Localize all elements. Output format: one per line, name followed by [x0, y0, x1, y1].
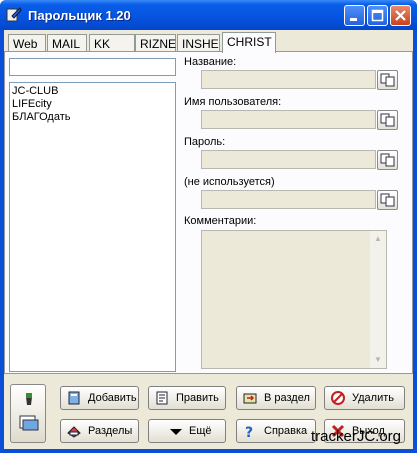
- name-field[interactable]: [201, 70, 376, 89]
- to-section-button[interactable]: В раздел: [236, 386, 316, 410]
- scroll-up-arrow[interactable]: ▲: [370, 231, 386, 247]
- password-field[interactable]: [201, 150, 376, 169]
- app-window: Парольщик 1.20 Web MAIL KK RIZNE INSHE C…: [0, 0, 417, 453]
- copy-icon: [380, 73, 395, 87]
- password-label: Пароль:: [184, 136, 226, 148]
- tools-button[interactable]: [10, 384, 46, 443]
- sections-button[interactable]: Разделы: [60, 419, 139, 443]
- list-item[interactable]: БЛАГОдать: [12, 111, 71, 123]
- sections-icon: [67, 426, 81, 438]
- help-icon: ?: [245, 425, 253, 438]
- add-label: Добавить: [88, 392, 137, 404]
- close-icon: [395, 10, 406, 21]
- edit-label: Править: [176, 392, 219, 404]
- tab-mail[interactable]: MAIL: [47, 34, 87, 52]
- more-button[interactable]: Ещё: [148, 419, 226, 443]
- tab-rizne[interactable]: RIZNE: [135, 34, 176, 52]
- tab-kk[interactable]: KK: [89, 34, 135, 52]
- help-label: Справка: [264, 425, 308, 437]
- list-item[interactable]: JC-CLUB: [12, 85, 58, 97]
- copy-username-button[interactable]: [377, 110, 398, 130]
- minimize-icon: [350, 18, 357, 21]
- entries-list[interactable]: JC-CLUB LIFEcity БЛАГОдать: [9, 82, 176, 372]
- help-button[interactable]: ? Справка: [236, 419, 316, 443]
- maximize-button[interactable]: [367, 5, 388, 26]
- delete-label: Удалить: [352, 392, 394, 404]
- copy-icon: [380, 113, 395, 127]
- sections-label: Разделы: [88, 425, 133, 437]
- pen-card-icon: [19, 393, 39, 431]
- username-field[interactable]: [201, 110, 376, 129]
- move-to-section-icon: [243, 393, 257, 404]
- list-item[interactable]: LIFEcity: [12, 98, 52, 110]
- to-section-label: В раздел: [264, 392, 310, 404]
- comments-label: Комментарии:: [184, 215, 257, 227]
- maximize-icon: [371, 9, 384, 22]
- copy-icon: [380, 193, 395, 207]
- minimize-button[interactable]: [344, 5, 365, 26]
- search-input[interactable]: [9, 58, 176, 76]
- username-label: Имя пользователя:: [184, 96, 282, 108]
- add-button[interactable]: Добавить: [60, 386, 139, 410]
- edit-button[interactable]: Править: [148, 386, 226, 410]
- tab-inshe[interactable]: INSHE: [177, 34, 220, 52]
- delete-icon: [331, 391, 345, 405]
- window-title: Парольщик 1.20: [28, 8, 131, 23]
- comments-textarea[interactable]: ▲ ▼: [201, 230, 387, 369]
- copy-icon: [380, 153, 395, 167]
- close-button[interactable]: [390, 5, 411, 26]
- more-label: Ещё: [189, 425, 212, 437]
- tab-christ[interactable]: CHRIST: [222, 32, 276, 53]
- add-icon: [68, 391, 80, 405]
- copy-unused-button[interactable]: [377, 190, 398, 210]
- delete-button[interactable]: Удалить: [324, 386, 405, 410]
- copy-name-button[interactable]: [377, 70, 398, 90]
- watermark-text: trackerJC.org: [311, 428, 402, 445]
- app-icon: [6, 7, 22, 22]
- unused-label: (не используется): [184, 176, 275, 188]
- tab-web[interactable]: Web: [8, 34, 46, 52]
- comments-scrollbar[interactable]: ▲ ▼: [370, 231, 386, 368]
- edit-icon: [156, 391, 168, 405]
- scroll-down-arrow[interactable]: ▼: [370, 352, 386, 368]
- unused-field[interactable]: [201, 190, 376, 209]
- title-bar[interactable]: Парольщик 1.20: [0, 0, 417, 30]
- tab-strip: Web MAIL KK RIZNE INSHE CHRIST: [4, 32, 413, 53]
- svg-text:?: ?: [245, 425, 253, 438]
- name-label: Название:: [184, 56, 237, 68]
- copy-password-button[interactable]: [377, 150, 398, 170]
- chevron-down-icon: [170, 429, 182, 435]
